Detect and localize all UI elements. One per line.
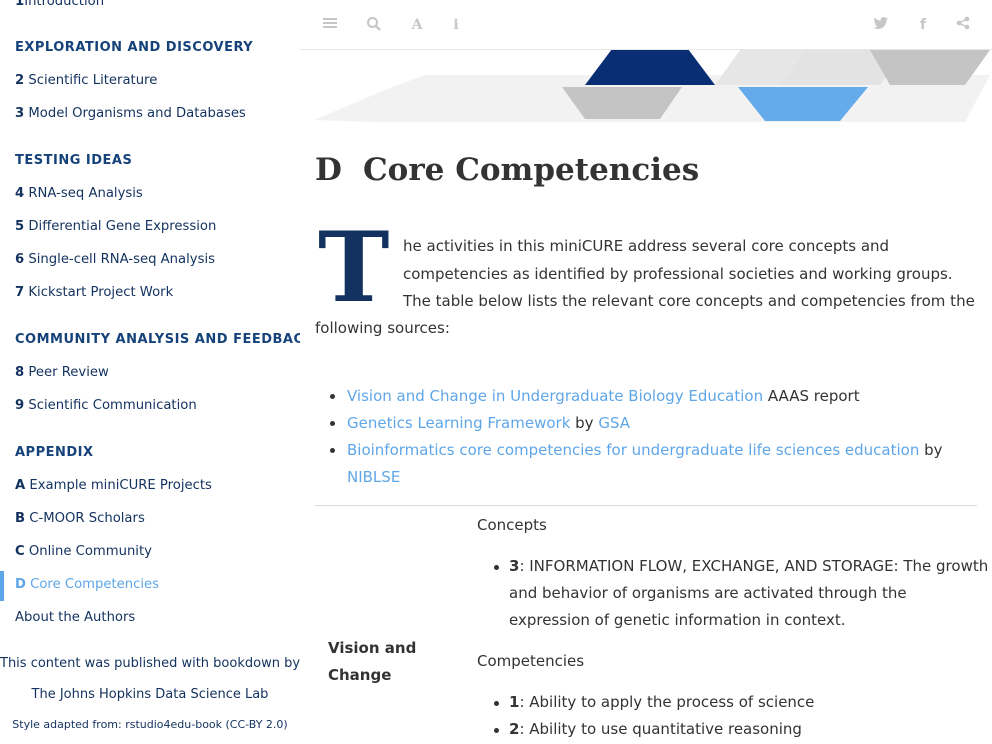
toc-item-number: 5 [15,219,25,234]
drop-cap: T [318,211,390,324]
data-science-lab-link[interactable]: The Johns Hopkins Data Science Lab [0,687,300,702]
concept-number: 3 [509,557,520,575]
toc-item-label: Kickstart Project Work [28,285,174,300]
list-item: Bioinformatics core competencies for und… [347,441,943,459]
list-bullet [330,448,335,453]
toc-section-appendix: APPENDIX [15,445,94,460]
toc-item-kickstart[interactable]: 7 Kickstart Project Work [15,285,173,300]
vision-change-link[interactable]: Vision and Change in Undergraduate Biolo… [347,387,763,405]
genetics-framework-link[interactable]: Genetics Learning Framework [347,414,570,432]
toc-item-scientific-communication[interactable]: 9 Scientific Communication [15,398,197,413]
toc-item-label: Single-cell RNA-seq Analysis [28,252,215,267]
sidebar-toggle-icon[interactable] [321,16,339,34]
facebook-icon[interactable]: f [914,16,932,34]
competency-item: 1: Ability to apply the process of scien… [509,693,814,711]
list-bullet [494,565,499,570]
intro-paragraph-line: he activities in this miniCURE address s… [403,237,890,255]
toc-item-number: 1 [15,0,25,9]
toc-item-label: Scientific Literature [28,73,158,88]
toc-item-number: A [15,478,26,493]
table-row-label: Change [328,666,392,684]
intro-paragraph-line: competencies as identified by profession… [403,265,953,283]
list-item-continuation: NIBLSE [347,468,400,486]
list-bullet [494,701,499,706]
toc-item-number: B [15,511,26,526]
toc-item-peer-review[interactable]: 8 Peer Review [15,365,109,380]
toc-item-label: Introduction [24,0,105,9]
table-row-label: Vision and [328,639,417,657]
toc-item-number: 8 [15,365,25,380]
chapter-title-text: Core Competencies [363,152,700,188]
toc-item-number: D [15,577,26,592]
info-icon[interactable]: i [447,16,465,34]
toc-item-label: Example miniCURE Projects [29,478,212,493]
toc-item-single-cell[interactable]: 6 Single-cell RNA-seq Analysis [15,252,215,267]
competency-text: : Ability to use quantitative reasoning [519,720,802,738]
toc-item-online-community[interactable]: C Online Community [15,544,152,559]
gsa-link[interactable]: GSA [598,414,630,432]
concepts-heading: Concepts [477,516,547,534]
intro-paragraph-line: following sources: [315,319,450,337]
toc-item-number: C [15,544,25,559]
toc-item-example-projects[interactable]: A Example miniCURE Projects [15,478,212,493]
concept-text: : INFORMATION FLOW, EXCHANGE, AND STORAG… [519,557,989,575]
style-credit-text[interactable]: Style adapted from: rstudio4edu-book (CC… [0,718,300,731]
concept-item: 3: INFORMATION FLOW, EXCHANGE, AND STORA… [509,557,988,575]
twitter-icon[interactable] [872,16,890,34]
toc-section-testing-ideas: TESTING IDEAS [15,153,133,168]
font-settings-icon[interactable]: A [408,16,426,34]
toc-section-community: COMMUNITY ANALYSIS AND FEEDBACK [15,332,300,347]
toc-item-number: 4 [15,186,25,201]
chapter-title: D Core Competencies [315,152,699,188]
source-suffix: by [919,441,943,459]
toc-item-differential-expression[interactable]: 5 Differential Gene Expression [15,219,216,234]
toc-item-label: Core Competencies [30,577,160,592]
niblse-link[interactable]: NIBLSE [347,468,400,486]
toc-item-core-competencies[interactable]: D Core Competencies [15,577,159,592]
concept-text-line: and behavior of organisms are activated … [509,584,907,602]
toc-item-number: 3 [15,106,25,121]
bioinformatics-competencies-link[interactable]: Bioinformatics core competencies for und… [347,441,919,459]
toc-item-label: C-MOOR Scholars [29,511,145,526]
list-item: Vision and Change in Undergraduate Biolo… [347,387,860,405]
competency-number: 1 [509,693,520,711]
list-bullet [330,394,335,399]
toc-item-introduction[interactable]: 1Introduction [15,0,104,9]
toc-item-number: 6 [15,252,25,267]
toc-item-rna-seq[interactable]: 4 RNA-seq Analysis [15,186,143,201]
list-bullet [494,728,499,733]
toc-item-number: 9 [15,398,25,413]
competency-text: : Ability to apply the process of scienc… [519,693,815,711]
toc-item-label: Peer Review [28,365,109,380]
book-toolbar: A i f [300,0,992,50]
source-by: by [570,414,599,432]
intro-paragraph-line: The table below lists the relevant core … [403,292,975,310]
list-bullet [330,421,335,426]
toc-item-number: 7 [15,285,25,300]
list-item: Genetics Learning Framework by GSA [347,414,630,432]
toc-item-model-organisms[interactable]: 3 Model Organisms and Databases [15,106,246,121]
table-of-contents-sidebar: 1Introduction EXPLORATION AND DISCOVERY … [0,0,300,744]
toc-item-cmoor-scholars[interactable]: B C-MOOR Scholars [15,511,145,526]
search-icon[interactable] [365,16,383,34]
competency-number: 2 [509,720,520,738]
toc-item-label: Online Community [28,544,152,559]
competency-item: 2: Ability to use quantitative reasoning [509,720,802,738]
toc-item-number: 2 [15,73,25,88]
active-item-indicator [0,571,4,601]
toc-item-scientific-literature[interactable]: 2 Scientific Literature [15,73,157,88]
chapter-letter: D [315,152,342,188]
toc-item-label: Differential Gene Expression [28,219,217,234]
toc-item-label: Scientific Communication [28,398,197,413]
concept-text-line: expression of genetic information in con… [509,611,846,629]
competencies-heading: Competencies [477,652,585,670]
source-suffix: AAAS report [763,387,860,405]
published-by-text: This content was published with bookdown… [0,656,300,671]
toc-item-label: Model Organisms and Databases [28,106,246,121]
toc-item-label: RNA-seq Analysis [28,186,143,201]
share-icon[interactable] [954,16,972,34]
toc-item-about-authors[interactable]: About the Authors [15,610,135,625]
table-top-border [315,505,977,506]
toc-section-exploration: EXPLORATION AND DISCOVERY [15,40,254,55]
